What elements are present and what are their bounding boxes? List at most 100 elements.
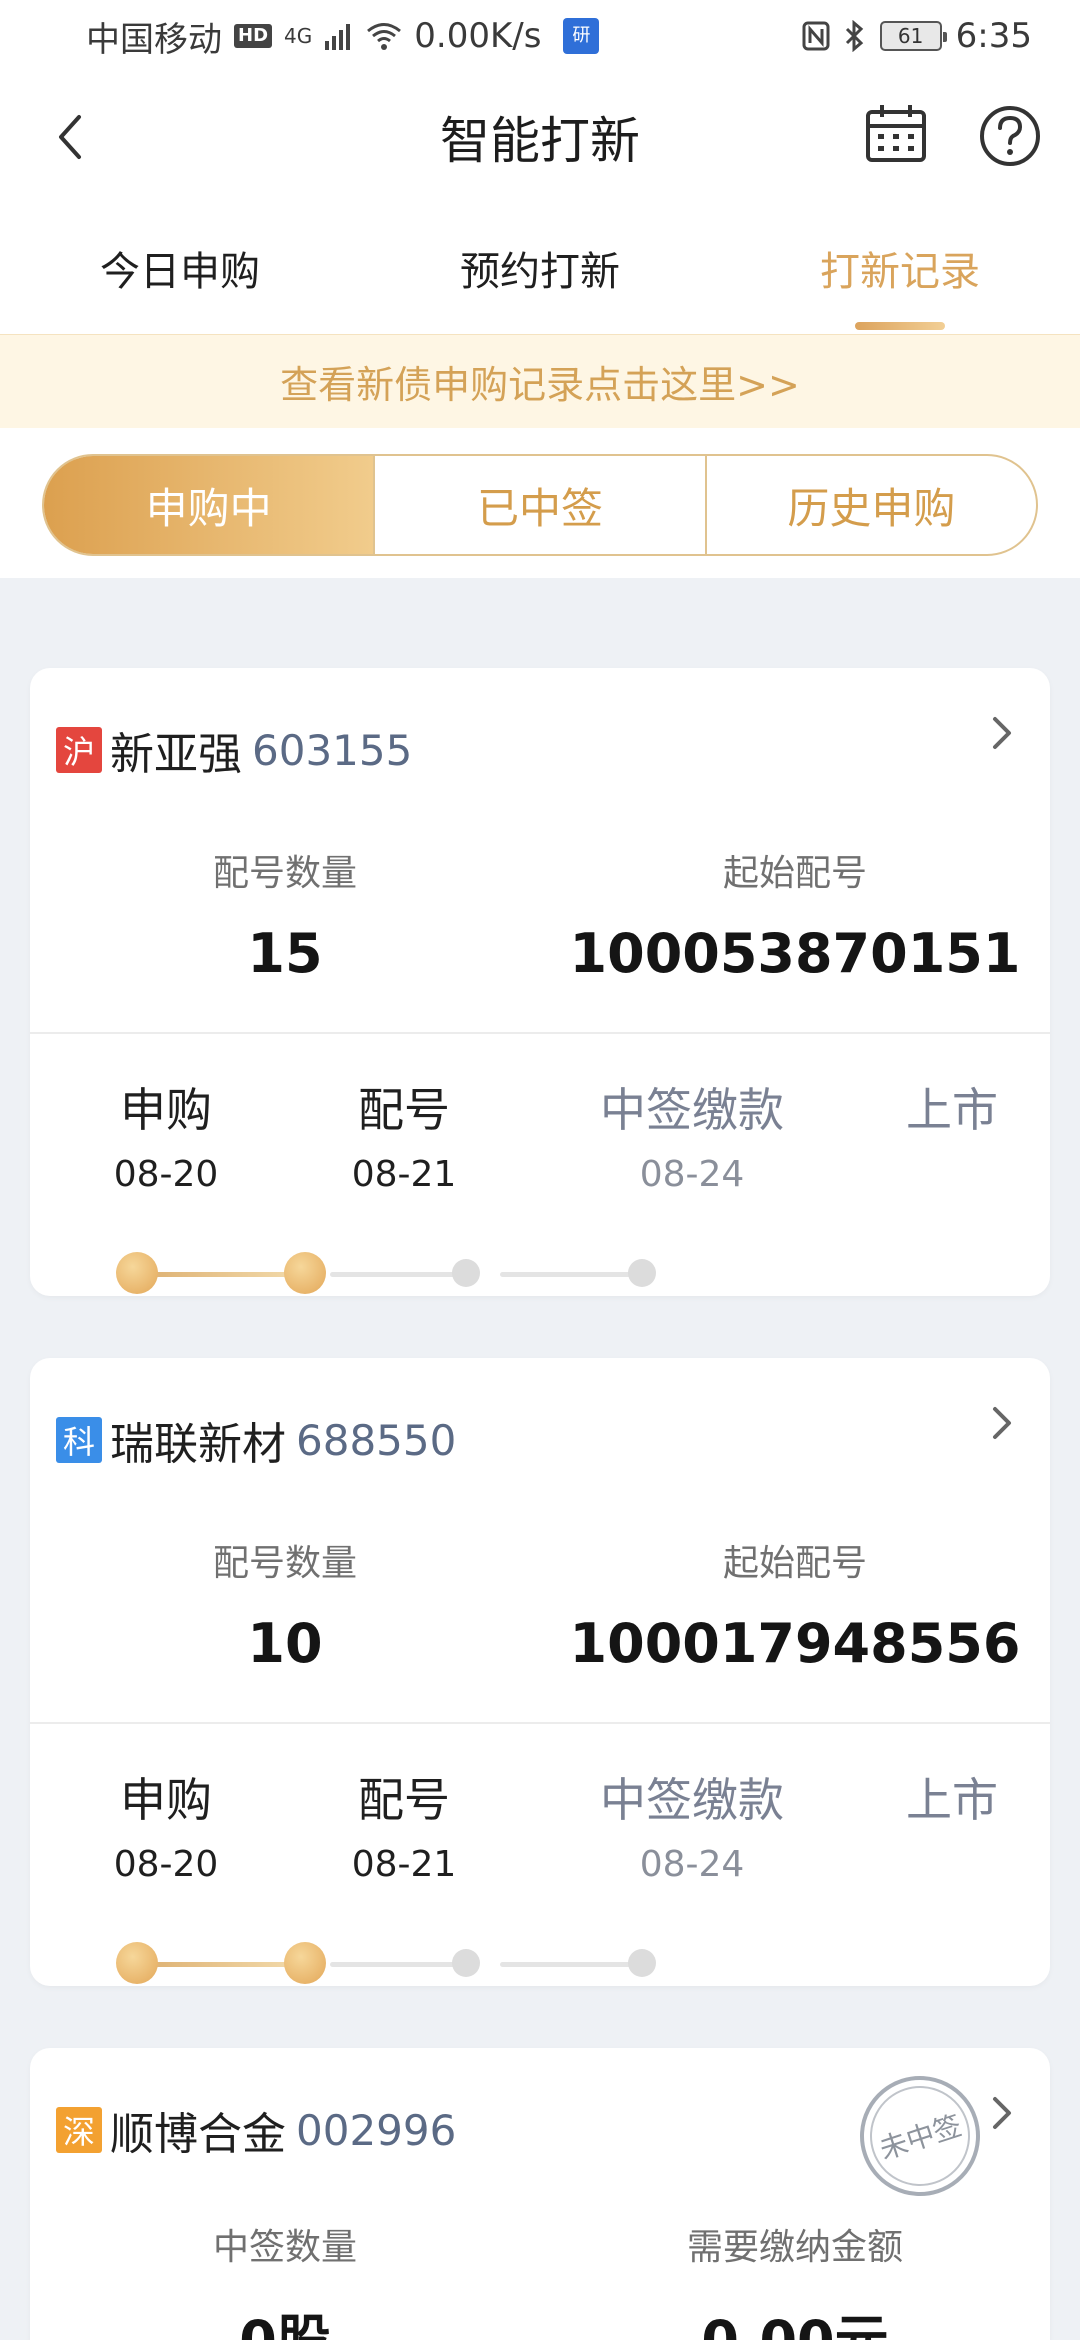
chevron-right-icon [993, 717, 1011, 749]
progress-dot [452, 1949, 480, 1977]
card-divider [30, 1032, 1050, 1034]
stock-code: 603155 [252, 725, 413, 775]
status-bar: 中国移动 HD 4G 0.00K/s 研 61 6:35 [0, 0, 1080, 72]
bond-records-banner[interactable]: 查看新债申购记录点击这里>> [0, 334, 1080, 428]
card-detail-button[interactable] [982, 1398, 1022, 1448]
not-won-stamp: 未中签 [844, 2060, 996, 2212]
progress-line [330, 1962, 470, 1967]
progress-dot [452, 1259, 480, 1287]
step-allocate: 配号 08-21 [314, 1074, 494, 1195]
status-segment: 申购中 已中签 历史申购 [42, 454, 1038, 556]
stat-start-number: 起始配号 100017948556 [540, 1534, 1050, 1675]
back-button[interactable] [40, 104, 100, 170]
stat-value: 15 [247, 922, 323, 985]
stock-name: 瑞联新材 [110, 1419, 286, 1470]
progress-line [140, 1272, 290, 1277]
tab-reserve[interactable]: 预约打新 [360, 202, 720, 334]
step-date: 08-20 [113, 1844, 219, 1885]
step-label: 中签缴款 [600, 1773, 784, 1827]
step-date: 08-20 [113, 1154, 219, 1195]
segment-won[interactable]: 已中签 [373, 456, 704, 554]
step-label: 申购 [120, 1083, 212, 1137]
carrier-label: 中国移动 [86, 19, 222, 60]
step-listing: 上市 [882, 1074, 1022, 1140]
stat-value: 100017948556 [569, 1612, 1021, 1675]
progress-line [500, 1272, 644, 1277]
stock-code: 688550 [296, 1415, 457, 1465]
step-date: 08-24 [639, 1154, 745, 1195]
calendar-icon [866, 105, 926, 162]
help-button[interactable] [978, 104, 1042, 168]
signal-icon [325, 24, 351, 50]
tab-today-subscription[interactable]: 今日申购 [0, 202, 360, 334]
progress-track [30, 1252, 1050, 1302]
segment-history[interactable]: 历史申购 [704, 456, 1036, 554]
stat-won-quantity: 中签数量 0股 [30, 2218, 540, 2340]
stat-label: 中签数量 [212, 2227, 357, 2268]
step-date: 08-21 [351, 1844, 457, 1885]
stat-label: 需要缴纳金额 [686, 2227, 903, 2268]
progress-steps: 申购 08-20 配号 08-21 中签缴款 08-24 上市 [30, 1764, 1050, 1984]
card-detail-button[interactable] [982, 708, 1022, 758]
ipo-card[interactable]: 深 顺博合金 002996 未中签 中签数量 0股 需要缴纳金额 0.00元 [30, 2048, 1050, 2340]
nfc-icon [802, 21, 830, 51]
segment-subscribing[interactable]: 申购中 [44, 456, 374, 554]
market-badge-sh: 沪 [56, 727, 102, 773]
stock-code: 002996 [296, 2105, 457, 2155]
chevron-right-icon [993, 1407, 1011, 1439]
stat-allocation-count: 配号数量 15 [30, 844, 540, 985]
stat-value: 10 [247, 1612, 323, 1675]
network-label: 4G [284, 24, 313, 48]
progress-dot [628, 1259, 656, 1287]
tab-bar: 今日申购 预约打新 打新记录 [0, 202, 1080, 334]
market-badge-sz: 深 [56, 2107, 102, 2153]
back-arrow-icon [59, 115, 81, 159]
segment-container: 申购中 已中签 历史申购 [0, 428, 1080, 578]
help-icon [980, 106, 1040, 166]
stat-value: 0股 [30, 2296, 540, 2340]
clock: 6:35 [955, 16, 1032, 56]
card-divider [30, 1722, 1050, 1724]
step-label: 上市 [906, 1083, 998, 1137]
progress-dot [284, 1252, 326, 1294]
header: 智能打新 [0, 72, 1080, 202]
step-payment: 中签缴款 08-24 [562, 1764, 822, 1885]
step-subscribe: 申购 08-20 [76, 1764, 256, 1885]
calendar-button[interactable] [864, 102, 928, 168]
stock-name: 顺博合金 [110, 2109, 286, 2160]
hd-badge: HD [234, 24, 273, 48]
step-subscribe: 申购 08-20 [76, 1074, 256, 1195]
market-badge-kc: 科 [56, 1417, 102, 1463]
step-allocate: 配号 08-21 [314, 1764, 494, 1885]
stat-label: 配号数量 [212, 1543, 357, 1584]
step-label: 配号 [358, 1773, 450, 1827]
progress-line [500, 1962, 644, 1967]
bluetooth-icon [845, 20, 863, 52]
stat-label: 起始配号 [722, 853, 867, 894]
stat-start-number: 起始配号 100053870151 [540, 844, 1050, 985]
tab-records[interactable]: 打新记录 [720, 202, 1080, 334]
ipo-card[interactable]: 沪 新亚强 603155 配号数量 15 起始配号 100053870151 申… [30, 668, 1050, 1296]
wifi-icon [367, 23, 402, 50]
step-label: 申购 [120, 1773, 212, 1827]
progress-line [330, 1272, 470, 1277]
stat-value: 0.00元 [540, 2296, 1050, 2340]
ipo-card[interactable]: 科 瑞联新材 688550 配号数量 10 起始配号 100017948556 … [30, 1358, 1050, 1986]
speed-label: 0.00K/s [414, 16, 542, 56]
stat-payment-amount: 需要缴纳金额 0.00元 [540, 2218, 1050, 2340]
progress-line [140, 1962, 290, 1967]
stat-value: 100053870151 [569, 922, 1021, 985]
step-date: 08-24 [639, 1844, 745, 1885]
progress-dot [116, 1252, 158, 1294]
chevron-right-icon [993, 2097, 1011, 2129]
progress-dot [284, 1942, 326, 1984]
app-badge: 研 [563, 18, 600, 54]
step-label: 配号 [358, 1083, 450, 1137]
card-detail-button[interactable] [982, 2088, 1022, 2138]
step-payment: 中签缴款 08-24 [562, 1074, 822, 1195]
step-label: 上市 [906, 1773, 998, 1827]
stock-name: 新亚强 [110, 729, 242, 780]
progress-dot [116, 1942, 158, 1984]
stat-label: 起始配号 [722, 1543, 867, 1584]
step-date: 08-21 [351, 1154, 457, 1195]
